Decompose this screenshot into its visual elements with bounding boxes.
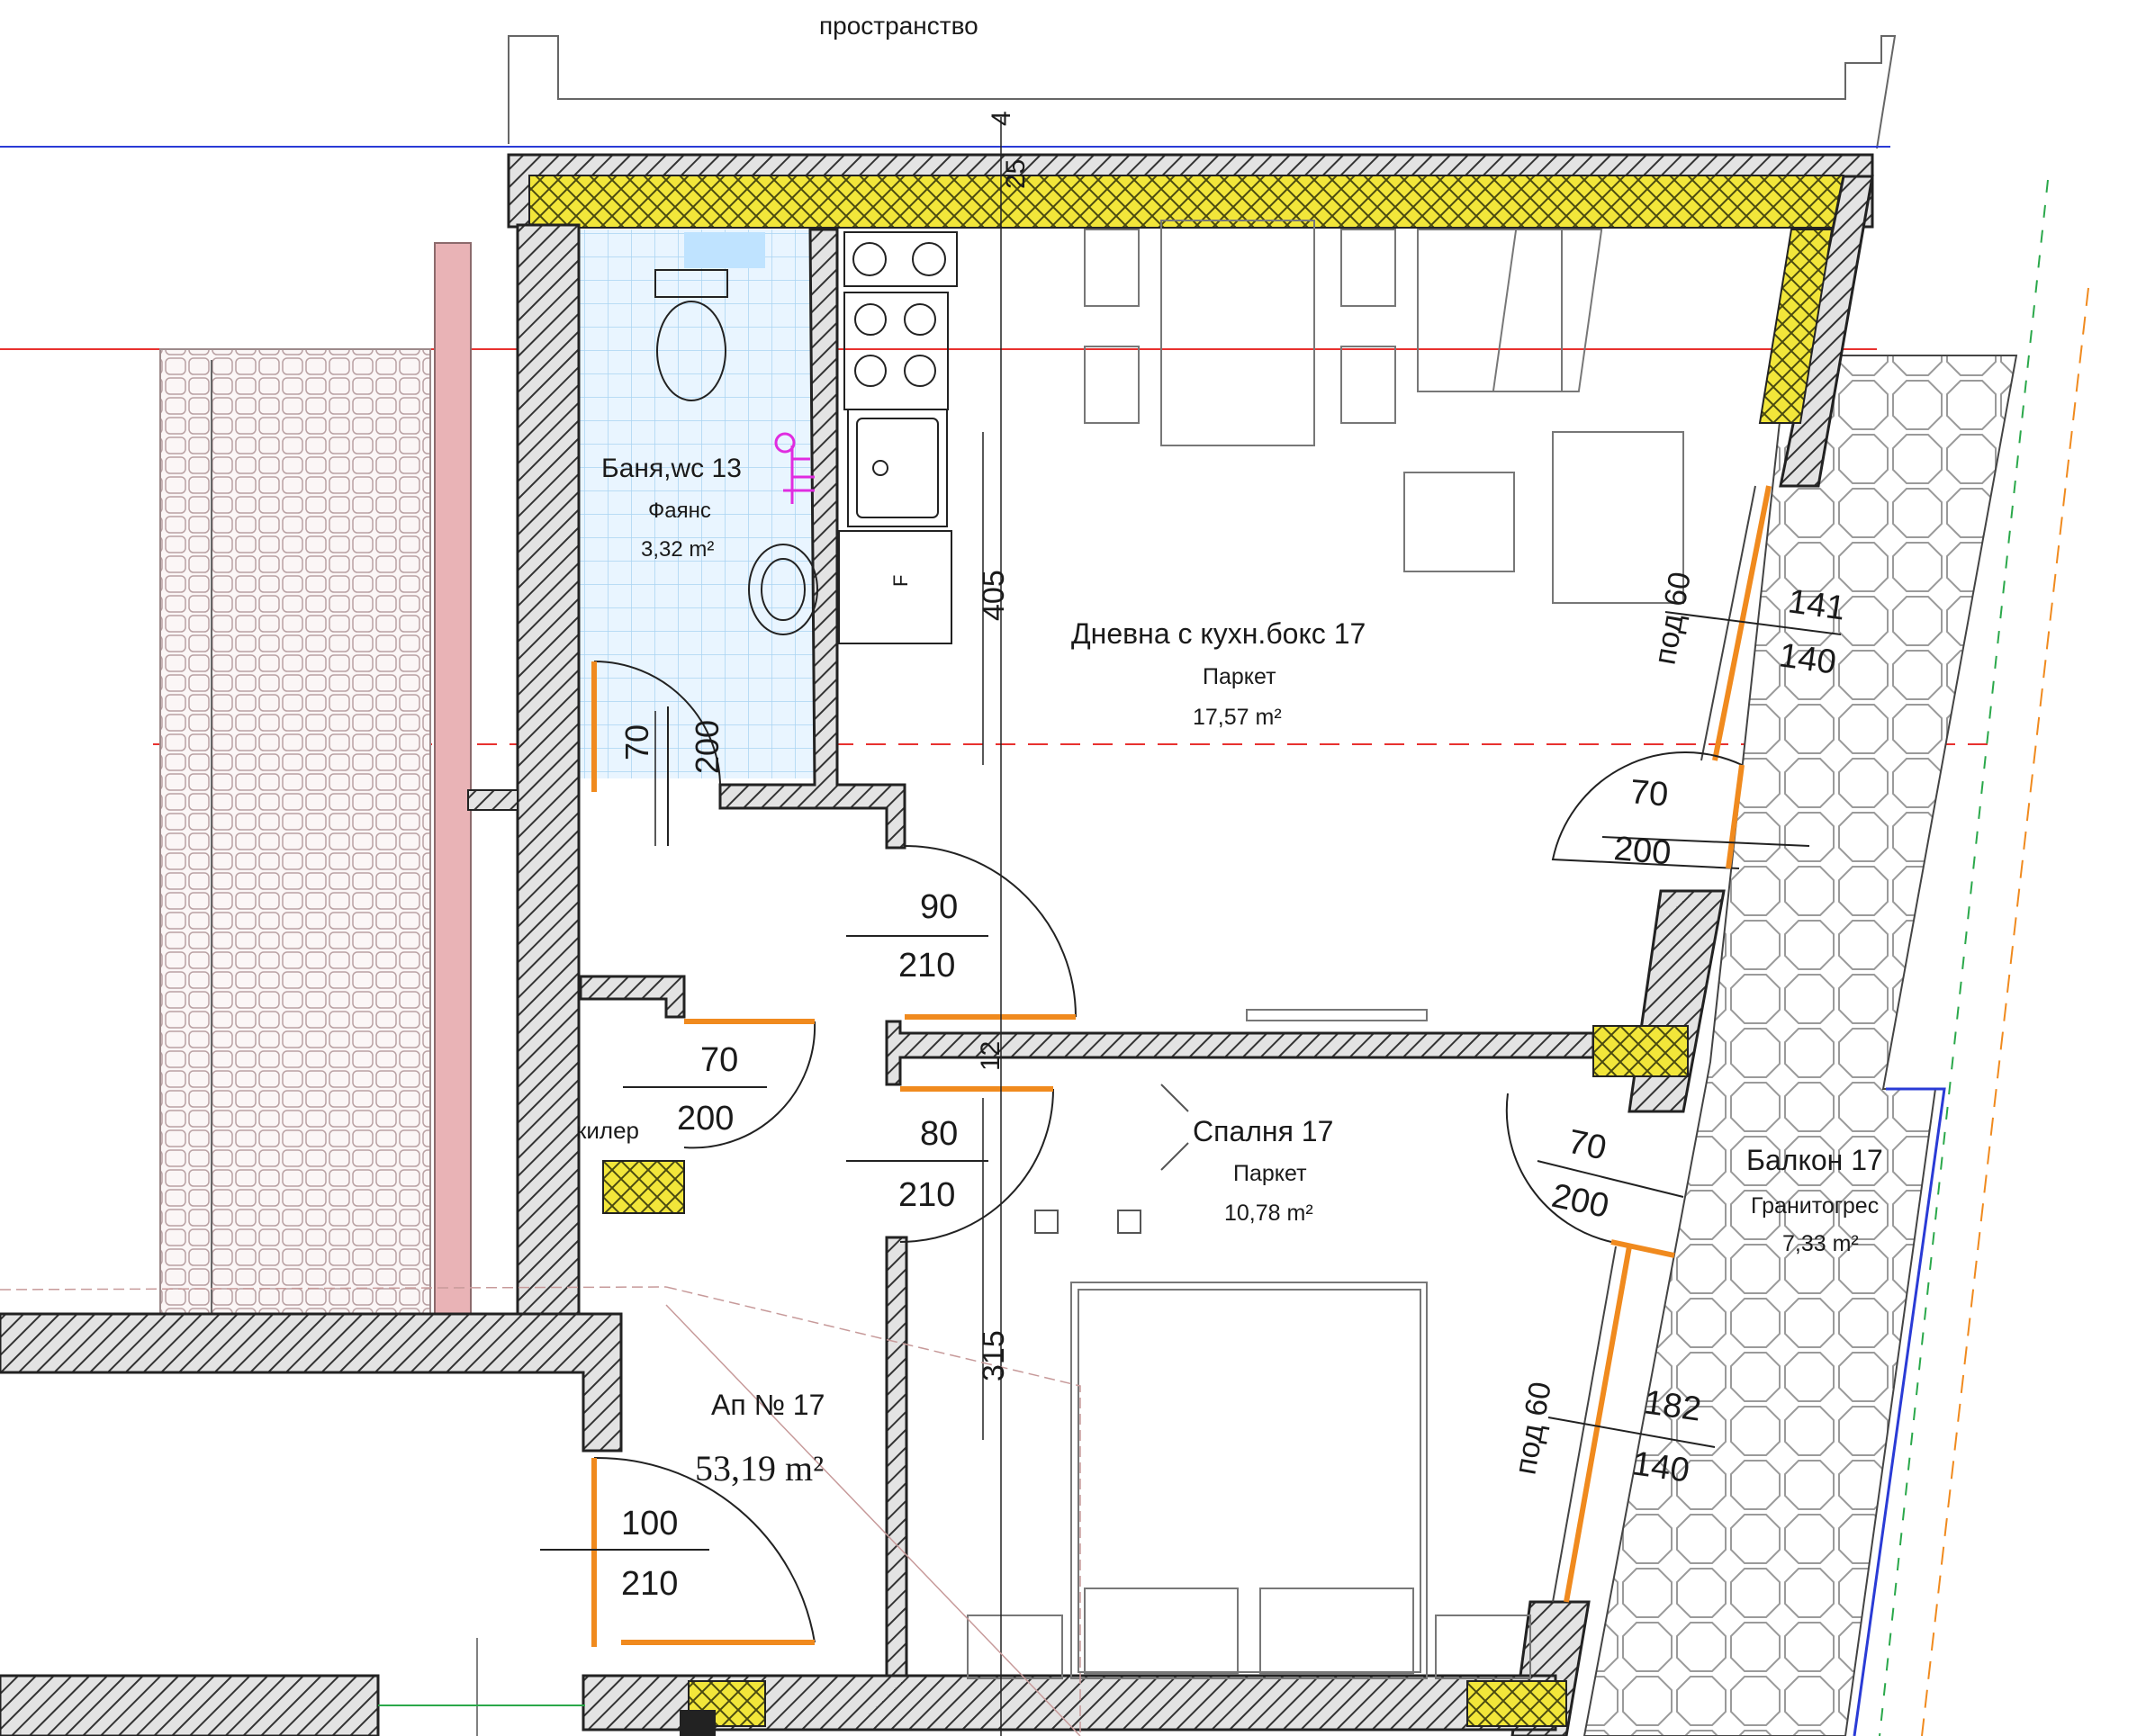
bath-name: Баня,wc 13 [601, 454, 742, 483]
living-door-width: 90 [920, 888, 958, 926]
pantry-door-width: 70 [700, 1041, 738, 1079]
bedside-tables [967, 1615, 1531, 1679]
living-window-sill: под 60 [1647, 570, 1697, 668]
entrance-door-height: 210 [621, 1565, 678, 1603]
insulation-mid [1592, 1025, 1689, 1077]
apartment-area: 53,19 m² [695, 1448, 824, 1489]
dining-set [1084, 220, 1396, 446]
bedroom-finish: Паркет [1233, 1161, 1307, 1186]
pantry-wall [579, 975, 686, 1019]
living-area: 17,57 m² [1193, 705, 1282, 730]
bedroom-name: Спалня 17 [1193, 1115, 1333, 1147]
dim-top-wall: 25 [1001, 159, 1031, 189]
bath-door-width: 70 [618, 724, 655, 760]
fridge-mark: F [889, 575, 912, 587]
apartment-name: Ап № 17 [711, 1389, 825, 1421]
bedroom-area: 10,78 m² [1224, 1201, 1313, 1226]
bedroom-balcony-door-width: 70 [1564, 1123, 1610, 1168]
armchairs [1403, 431, 1684, 604]
living-balcony-door-width: 70 [1628, 773, 1670, 814]
kitchen-sink [847, 409, 948, 527]
sofa [1417, 229, 1603, 392]
entrance-door-width: 100 [621, 1505, 678, 1543]
west-wall [516, 223, 581, 1325]
lower-left-wall [0, 1674, 380, 1736]
insulation-pantry [602, 1160, 685, 1214]
balcony-finish: Гранитогрес [1751, 1193, 1879, 1219]
insulation-south-2 [1466, 1680, 1567, 1727]
bath-finish: Фаянс [648, 499, 711, 523]
balcony-area: 7,33 m² [1782, 1231, 1859, 1256]
bedroom-window-width: 182 [1642, 1383, 1704, 1428]
bedroom-balcony-door-height: 200 [1548, 1177, 1612, 1226]
bedroom-door [899, 1086, 1054, 1243]
bedroom-door-height: 210 [898, 1176, 955, 1214]
double-bed [1070, 1282, 1428, 1679]
pantry-label: килер [576, 1117, 639, 1144]
brick-facade [159, 348, 431, 1327]
living-name: Дневна с кухн.бокс 17 [1071, 617, 1366, 650]
bedroom-label: Спалня 17 Паркет 10,78 m² [1193, 1115, 1333, 1226]
living-window-height: 140 [1777, 636, 1839, 681]
floor-plan: пространство F Баня,wc 13 Фаянс 3,32 m² … [0, 12, 2089, 1736]
top-note: пространство [819, 12, 978, 40]
south-wall-left [0, 1312, 623, 1453]
pantry-door-height: 200 [677, 1100, 734, 1138]
living-door-height: 210 [898, 947, 955, 985]
stove [843, 231, 958, 410]
apartment-label: Ап № 17 53,19 m² [695, 1389, 825, 1489]
dim-living-height: 405 [977, 570, 1011, 621]
living-finish: Паркет [1203, 664, 1276, 689]
pink-column [434, 242, 472, 1328]
corridor-wall [885, 1236, 908, 1680]
bedroom-window-sill: под 60 [1508, 1380, 1557, 1478]
living-label: Дневна с кухн.бокс 17 Паркет 17,57 m² [1071, 617, 1366, 730]
dim-top-wall-b: 4 [987, 111, 1016, 126]
bedroom-door-width: 80 [920, 1115, 958, 1153]
dim-partition: 12 [976, 1041, 1005, 1071]
bedroom-window-height: 140 [1630, 1444, 1692, 1489]
living-balcony-door-height: 200 [1612, 830, 1673, 872]
living-window-width: 141 [1786, 582, 1848, 627]
bath-area: 3,32 m² [641, 537, 714, 562]
tv-console [1246, 1009, 1428, 1021]
ceiling-lights [1034, 1084, 1189, 1234]
terrain-outline [508, 35, 1897, 149]
balcony-name: Балкон 17 [1746, 1144, 1883, 1176]
bath-door-height: 200 [689, 720, 726, 774]
dim-bedroom-height: 315 [977, 1330, 1011, 1381]
living-door [904, 845, 1077, 1020]
